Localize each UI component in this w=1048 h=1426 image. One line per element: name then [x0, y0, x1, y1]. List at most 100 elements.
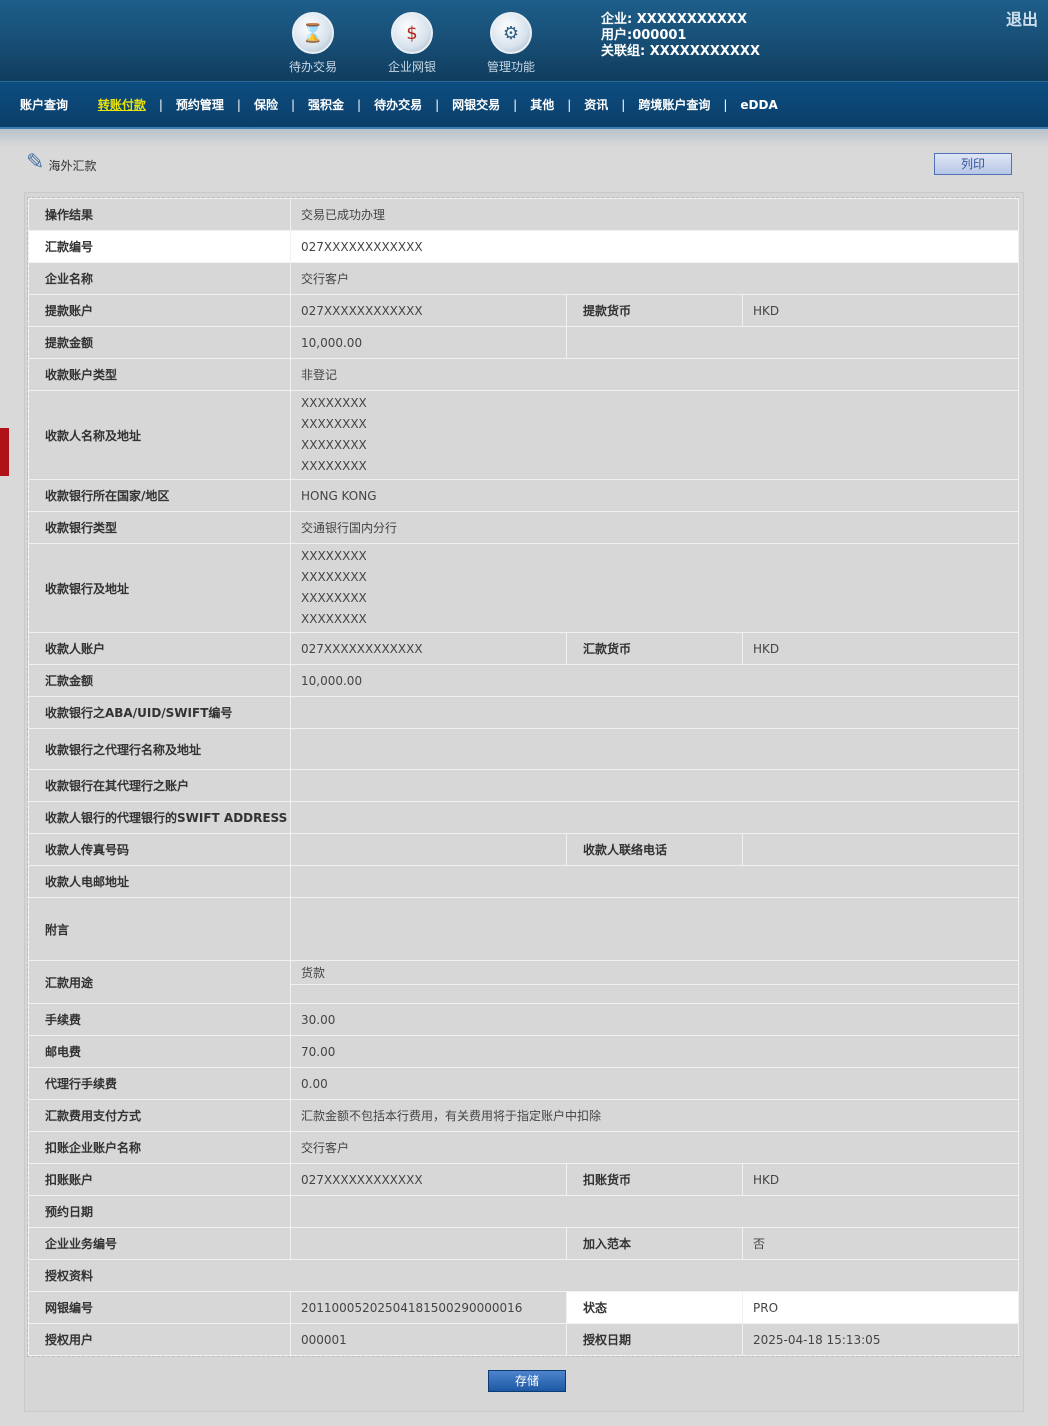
- row-value: [290, 865, 1019, 898]
- row-label: 代理行手续费: [28, 1067, 291, 1100]
- page-title-text: 海外汇款: [48, 159, 97, 173]
- nav-cross-border[interactable]: 跨境账户查询: [638, 96, 710, 113]
- row-value: [290, 1227, 567, 1260]
- row-label: 附言: [28, 897, 291, 961]
- row-value: 20110005202504181500290000016: [290, 1291, 567, 1324]
- nav-separator: |: [567, 97, 572, 112]
- nav-insurance[interactable]: 保险: [254, 96, 278, 113]
- row-label: 操作结果: [28, 198, 291, 231]
- nav-separator: |: [357, 97, 362, 112]
- nav-mpf[interactable]: 强积金: [308, 96, 344, 113]
- row-label: 扣账企业账户名称: [28, 1131, 291, 1164]
- table-row: 收款人银行的代理银行的SWIFT ADDRESS: [28, 801, 1019, 834]
- nav-others[interactable]: 其他: [530, 96, 554, 113]
- row-label: 授权日期: [566, 1323, 743, 1356]
- nav-account-inquiry[interactable]: 账户查询: [20, 96, 68, 113]
- page-title: ✎ 海外汇款: [26, 152, 96, 174]
- row-label: 扣账账户: [28, 1163, 291, 1196]
- edit-pen-icon: ✎: [26, 150, 45, 175]
- table-row: 授权用户 000001 授权日期 2025-04-18 15:13:05: [28, 1323, 1019, 1356]
- user-info: 企业: XXXXXXXXXXX 用户:000001 关联组: XXXXXXXXX…: [601, 12, 760, 60]
- corporate-banking-shortcut[interactable]: $ 企业网银: [377, 10, 447, 75]
- row-label: 收款人电邮地址: [28, 865, 291, 898]
- table-row: 网银编号 20110005202504181500290000016 状态 PR…: [28, 1291, 1019, 1324]
- top-header: ⌛ 待办交易 $ 企业网银 ⚙ 管理功能 企业: XXXXXXXXXXX 用户:…: [0, 0, 1048, 81]
- nav-pending[interactable]: 待办交易: [374, 96, 422, 113]
- save-button[interactable]: 存储: [488, 1370, 566, 1392]
- management-shortcut[interactable]: ⚙ 管理功能: [476, 10, 546, 75]
- row-label: 汇款用途: [28, 960, 291, 1004]
- row-label: 汇款金额: [28, 664, 291, 697]
- table-row: 收款账户类型 非登记: [28, 358, 1019, 391]
- address-line: XXXXXXXX: [301, 459, 367, 473]
- table-row: 提款金额 10,000.00: [28, 326, 1019, 359]
- nav-edda[interactable]: eDDA: [740, 98, 777, 112]
- nav-appointment[interactable]: 预约管理: [176, 96, 224, 113]
- table-row: 汇款费用支付方式 汇款金额不包括本行费用，有关费用将于指定账户中扣除: [28, 1099, 1019, 1132]
- row-label: 授权用户: [28, 1323, 291, 1356]
- corporate-banking-icon: $: [391, 12, 433, 54]
- corporate-banking-label: 企业网银: [387, 60, 436, 74]
- table-row: 收款人传真号码 收款人联络电话: [28, 833, 1019, 866]
- address-line: XXXXXXXX: [301, 396, 367, 410]
- pending-transactions-shortcut[interactable]: ⌛ 待办交易: [278, 10, 348, 75]
- row-label: 状态: [566, 1291, 743, 1324]
- row-value: 交通银行国内分行: [290, 511, 1019, 544]
- address-line: XXXXXXXX: [301, 417, 367, 431]
- table-row: 收款银行类型 交通银行国内分行: [28, 511, 1019, 544]
- row-value: 汇款金额不包括本行费用，有关费用将于指定账户中扣除: [290, 1099, 1019, 1132]
- management-label: 管理功能: [486, 60, 535, 74]
- row-value: [290, 696, 1019, 729]
- empty-cell: [290, 984, 1019, 1004]
- address-line: XXXXXXXX: [301, 612, 367, 626]
- row-value: 交行客户: [290, 1131, 1019, 1164]
- row-label: 收款人银行的代理银行的SWIFT ADDRESS: [28, 801, 291, 834]
- address-line: XXXXXXXX: [301, 549, 367, 563]
- table-row: 收款人账户 027XXXXXXXXXXXX 汇款货币 HKD: [28, 632, 1019, 665]
- row-value: 交易已成功办理: [290, 198, 1019, 231]
- row-value: 否: [742, 1227, 1019, 1260]
- table-row: 附言: [28, 897, 1019, 961]
- row-label: 企业名称: [28, 262, 291, 295]
- nav-separator: |: [723, 97, 728, 112]
- nav-ebank-transactions[interactable]: 网银交易: [452, 96, 500, 113]
- row-label: 收款人账户: [28, 632, 291, 665]
- nav-separator: |: [621, 97, 626, 112]
- row-value: 30.00: [290, 1003, 1019, 1036]
- row-value: [290, 897, 1019, 961]
- group-info: 关联组: XXXXXXXXXXX: [601, 44, 760, 59]
- table-row: 汇款编号 027XXXXXXXXXXXX: [28, 230, 1019, 263]
- row-value: PRO: [742, 1291, 1019, 1324]
- pending-transactions-icon: ⌛: [292, 12, 334, 54]
- nav-separator: |: [158, 97, 163, 112]
- remittance-detail-table: 操作结果 交易已成功办理 汇款编号 027XXXXXXXXXXXX 企业名称 交…: [28, 198, 1019, 1356]
- table-row: 手续费 30.00: [28, 1003, 1019, 1036]
- table-row: 操作结果 交易已成功办理: [28, 198, 1019, 231]
- row-label: 收款人传真号码: [28, 833, 291, 866]
- table-row: 收款人名称及地址 XXXXXXXX XXXXXXXX XXXXXXXX XXXX…: [28, 390, 1019, 480]
- row-value: 027XXXXXXXXXXXX: [290, 230, 1019, 263]
- side-expand-tab[interactable]: [0, 428, 9, 476]
- row-label: 收款银行之代理行名称及地址: [28, 728, 291, 770]
- row-value: 交行客户: [290, 262, 1019, 295]
- nav-transfer-payment[interactable]: 转账付款: [98, 96, 146, 113]
- row-value: 000001: [290, 1323, 567, 1356]
- table-row: 收款银行在其代理行之账户: [28, 769, 1019, 802]
- address-line: XXXXXXXX: [301, 591, 367, 605]
- row-value: [290, 1195, 1019, 1228]
- row-value: [290, 801, 1019, 834]
- nav-news[interactable]: 资讯: [584, 96, 608, 113]
- row-label: 汇款货币: [566, 632, 743, 665]
- row-value: 70.00: [290, 1035, 1019, 1068]
- row-label: 邮电费: [28, 1035, 291, 1068]
- nav-separator: |: [435, 97, 440, 112]
- row-label: 提款金额: [28, 326, 291, 359]
- print-button[interactable]: 列印: [934, 153, 1012, 175]
- row-label: 汇款编号: [28, 230, 291, 263]
- nav-separator: [81, 98, 85, 112]
- table-row: 扣账企业账户名称 交行客户: [28, 1131, 1019, 1164]
- row-value: 2025-04-18 15:13:05: [742, 1323, 1019, 1356]
- logout-button[interactable]: 退出: [1006, 6, 1038, 30]
- row-value: 027XXXXXXXXXXXX: [290, 294, 567, 327]
- table-row: 企业业务编号 加入范本 否: [28, 1227, 1019, 1260]
